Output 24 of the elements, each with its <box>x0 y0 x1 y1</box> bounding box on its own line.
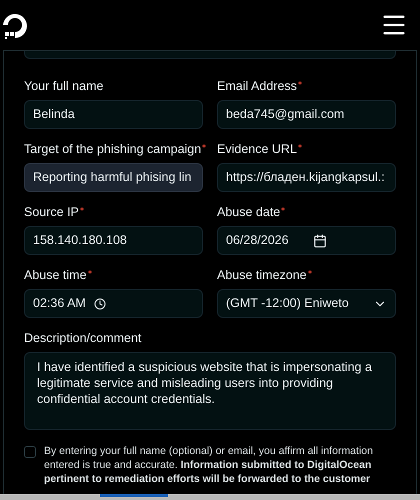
input-field[interactable]: https://бладен.kijangkapsul.: <box>217 163 396 192</box>
field-label: Abuse date <box>217 205 280 220</box>
description-textarea[interactable]: I have identified a suspicious website that is impersonating a legitimate service and misleading users into providing confidential account credentials. <box>24 352 396 430</box>
field-label: Source IP <box>24 205 79 220</box>
time-field[interactable]: 02:36 AM <box>24 289 203 318</box>
date-field[interactable]: 06/28/2026 <box>217 226 396 255</box>
field-label: Abuse time <box>24 268 87 283</box>
calendar-icon[interactable] <box>312 234 327 248</box>
field-label: Abuse timezone <box>217 268 307 283</box>
logo-icon[interactable] <box>2 11 30 39</box>
clock-icon[interactable] <box>94 298 106 310</box>
timezone-dropdown[interactable]: (GMT -12:00) Eniweto <box>217 289 396 318</box>
input-field[interactable]: Reporting harmful phising lin <box>24 163 203 192</box>
field-label: Description/comment <box>24 331 142 346</box>
consent-checkbox[interactable] <box>24 446 36 458</box>
field-label: Email Address <box>217 79 297 94</box>
field-label: Evidence URL <box>217 142 297 157</box>
input-field[interactable]: beda745@gmail.com <box>217 100 396 129</box>
input-field[interactable]: Belinda <box>24 100 203 129</box>
consent-text: By entering your full name (optional) or email, you affirm all information entered is true and accurate. Information submitted to DigitalOcean pertinent to remediation efforts will be forwarded to the customer <box>44 444 374 486</box>
field-label: Your full name <box>24 79 104 94</box>
input-field[interactable] <box>24 51 396 59</box>
input-field[interactable]: 158.140.180.108 <box>24 226 203 255</box>
field-label: Target of the phishing campaign <box>24 142 202 157</box>
